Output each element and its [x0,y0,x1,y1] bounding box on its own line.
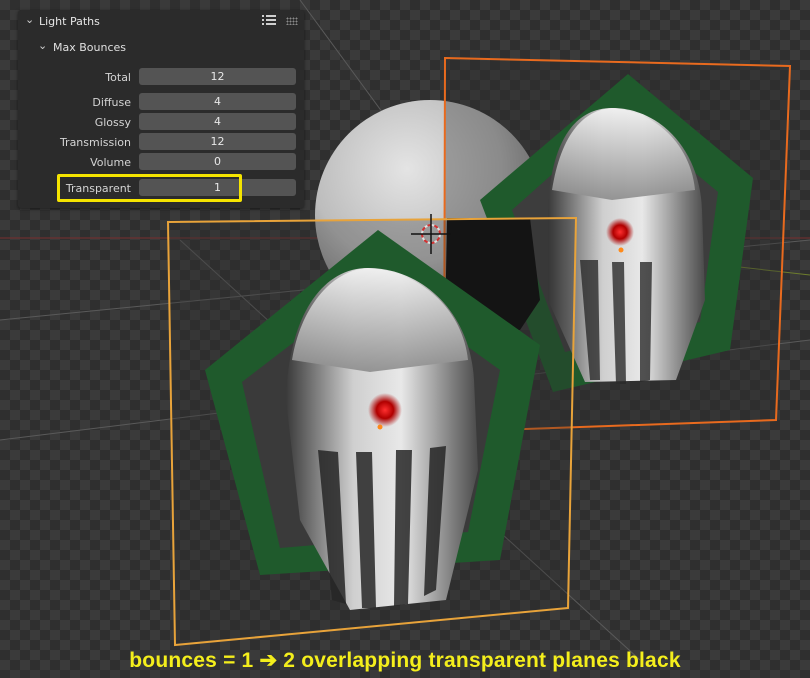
subpanel-title: Max Bounces [53,41,127,54]
max-bounces-subpanel-header[interactable]: ⌄ Max Bounces [18,38,304,58]
light-paths-panel: ⌄ Light Paths ⌄ Max Bounces Total 12 Dif… [18,10,304,208]
panel-title: Light Paths [39,15,100,28]
plane-front[interactable] [166,216,578,647]
transmission-field[interactable]: 12 [139,133,296,150]
caption-text: bounces = 1 ➔ 2 overlapping transparent … [129,649,681,672]
diffuse-row: Diffuse 4 [18,93,304,111]
glossy-label: Glossy [94,116,131,129]
chevron-down-icon[interactable]: ⌄ [25,13,34,26]
volume-field[interactable]: 0 [139,153,296,170]
transmission-row: Transmission 12 [18,133,304,151]
glossy-field[interactable]: 4 [139,113,296,130]
diffuse-label: Diffuse [92,96,131,109]
total-label: Total [105,71,131,84]
panel-header[interactable]: ⌄ Light Paths [18,10,304,34]
volume-row: Volume 0 [18,153,304,171]
volume-label: Volume [90,156,131,169]
origin-dot-front [377,424,383,430]
transmission-label: Transmission [59,136,131,149]
origin-dot-back [618,247,624,253]
diffuse-field[interactable]: 4 [139,93,296,110]
total-field[interactable]: 12 [139,68,296,85]
list-icon[interactable] [262,14,276,27]
glossy-row: Glossy 4 [18,113,304,131]
transparent-highlight-box [57,174,242,202]
total-row: Total 12 [18,68,304,86]
drag-grip-icon[interactable] [286,17,298,25]
chevron-down-icon[interactable]: ⌄ [38,39,47,52]
